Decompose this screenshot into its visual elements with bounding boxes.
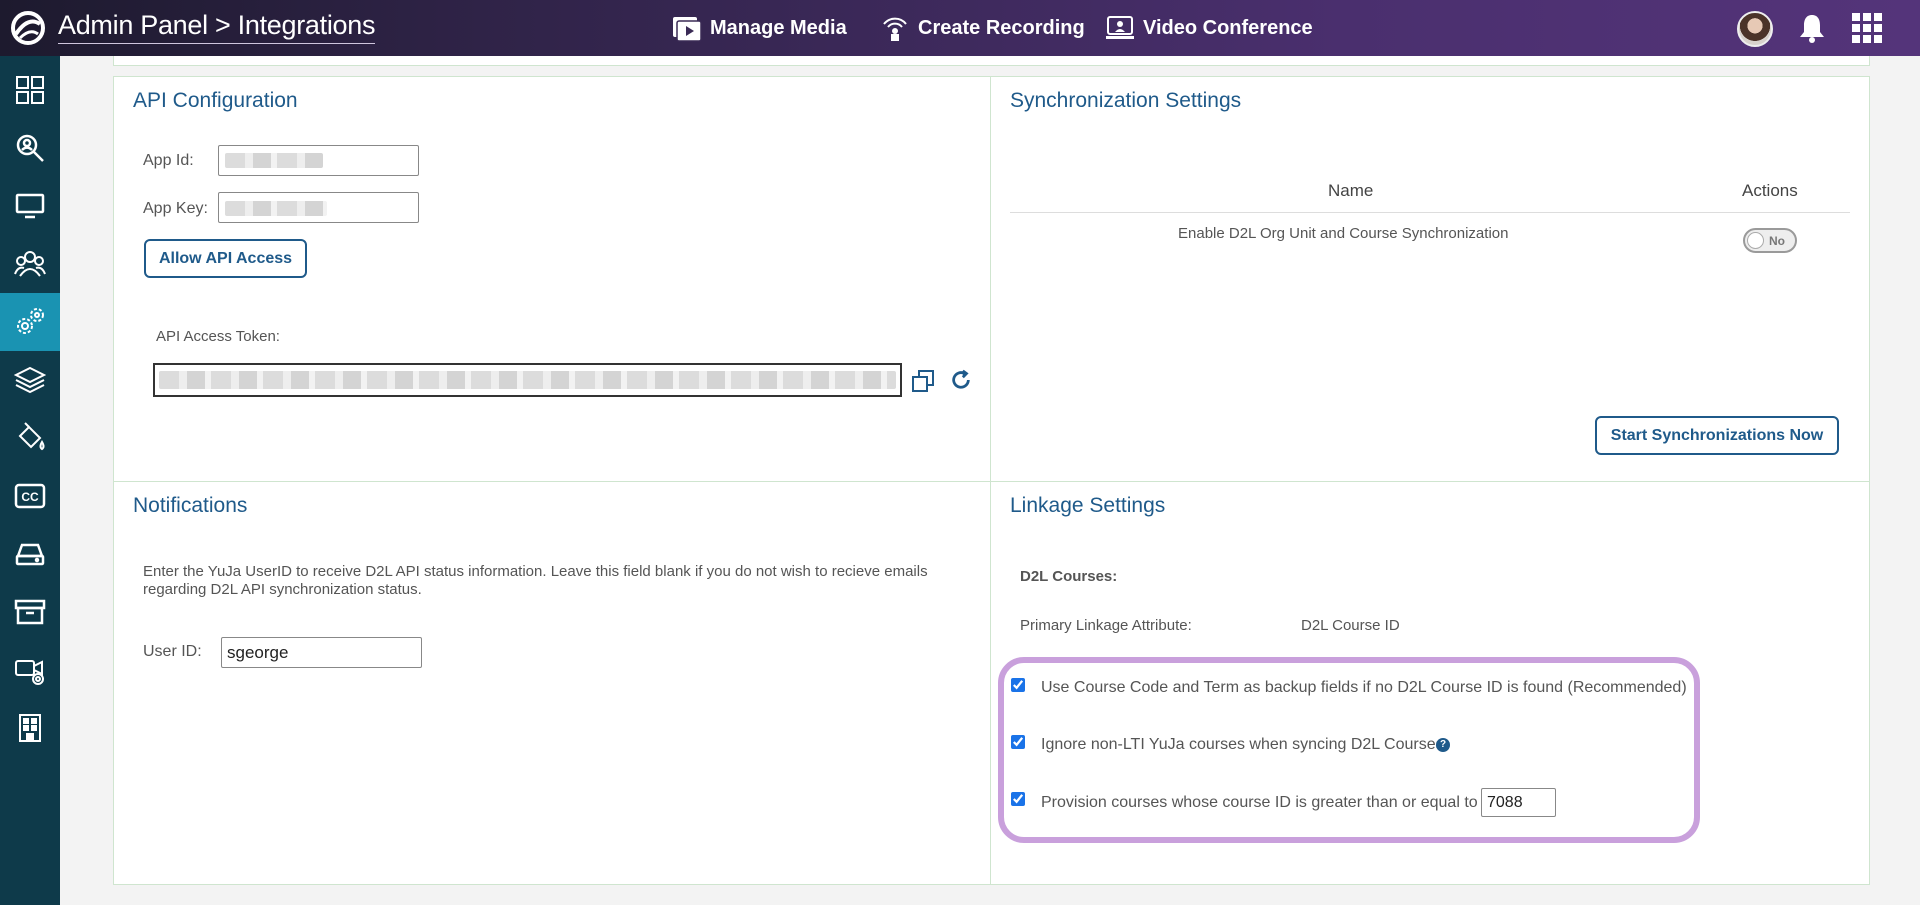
nav-create-recording[interactable]: Create Recording [880, 14, 1085, 42]
sync-row-name: Enable D2L Org Unit and Course Synchroni… [1178, 225, 1509, 242]
nav-label: Create Recording [918, 16, 1085, 39]
breadcrumb-separator: > [215, 10, 231, 40]
redacted-value [225, 153, 323, 168]
app-id-field[interactable] [218, 145, 419, 176]
sync-enable-toggle[interactable]: No [1743, 228, 1797, 253]
sidebar-item-institution[interactable] [0, 699, 60, 757]
sidebar-item-devices[interactable] [0, 641, 60, 699]
paint-bucket-icon [18, 422, 45, 451]
archive-icon [14, 599, 46, 625]
search-analytics-icon [16, 134, 44, 162]
panel-title: Notifications [133, 494, 248, 517]
ignore-non-lti-label: Ignore non-LTI YuJa courses when syncing… [1041, 736, 1444, 753]
closed-caption-icon: CC [14, 483, 46, 509]
sidebar-item-layers[interactable] [0, 351, 60, 409]
sidebar-item-dashboard[interactable] [0, 61, 60, 119]
primary-linkage-value: D2L Course ID [1301, 617, 1400, 634]
app-key-label: App Key: [143, 200, 208, 217]
video-conference-icon [1106, 16, 1134, 39]
svg-text:CC: CC [21, 490, 39, 504]
top-panel-strip [113, 56, 1870, 66]
api-access-token-label: API Access Token: [156, 328, 280, 345]
sidebar-item-settings[interactable] [0, 293, 60, 351]
sidebar: CC [0, 56, 60, 905]
apps-grid-icon[interactable] [1851, 12, 1883, 44]
nav-video-conference[interactable]: Video Conference [1105, 14, 1313, 42]
column-header-name: Name [1328, 181, 1374, 200]
allow-api-access-button[interactable]: Allow API Access [144, 239, 307, 278]
api-configuration-panel: API Configuration App Id: App Key: Allow… [113, 76, 991, 482]
sidebar-item-branding[interactable] [0, 409, 60, 467]
redacted-token [159, 371, 896, 389]
start-synchronizations-button[interactable]: Start Synchronizations Now [1595, 416, 1839, 455]
ignore-non-lti-checkbox[interactable] [1011, 735, 1025, 749]
breadcrumb-integrations[interactable]: Integrations [238, 10, 376, 40]
toggle-knob [1747, 232, 1764, 249]
backup-fields-label: Use Course Code and Term as backup field… [1041, 679, 1687, 696]
sidebar-item-captions[interactable]: CC [0, 467, 60, 525]
panel-title: Synchronization Settings [1010, 89, 1242, 112]
monitor-icon [15, 193, 45, 219]
synchronization-settings-panel: Synchronization Settings Name Actions En… [990, 76, 1870, 482]
column-header-actions: Actions [1742, 181, 1798, 200]
user-id-label: User ID: [143, 643, 202, 660]
refresh-icon[interactable] [950, 369, 972, 391]
broadcast-icon [883, 17, 907, 41]
panel-title: API Configuration [133, 89, 298, 112]
notifications-description: Enter the YuJa UserID to receive D2L API… [143, 563, 928, 598]
nav-label: Manage Media [710, 16, 847, 39]
settings-gears-icon [17, 308, 44, 334]
media-icon [673, 17, 702, 42]
storage-drive-icon [15, 543, 45, 566]
api-access-token-field[interactable] [153, 363, 902, 397]
yuja-logo-icon[interactable] [8, 10, 48, 46]
bell-icon[interactable] [1797, 12, 1827, 44]
notifications-panel: Notifications Enter the YuJa UserID to r… [113, 481, 991, 885]
users-icon [14, 251, 46, 277]
redacted-value [225, 201, 327, 216]
user-id-field[interactable] [221, 637, 422, 668]
help-icon[interactable]: ? [1436, 738, 1450, 752]
primary-linkage-label: Primary Linkage Attribute: [1020, 617, 1192, 634]
sidebar-item-monitor[interactable] [0, 177, 60, 235]
breadcrumb: Admin Panel > Integrations [58, 10, 375, 44]
toggle-state: No [1769, 234, 1785, 248]
nav-manage-media[interactable]: Manage Media [672, 14, 847, 42]
nav-label: Video Conference [1143, 16, 1313, 39]
breadcrumb-admin-panel[interactable]: Admin Panel [58, 10, 208, 40]
user-avatar[interactable] [1737, 11, 1773, 47]
backup-fields-checkbox[interactable] [1011, 678, 1025, 692]
provision-courses-checkbox[interactable] [1011, 792, 1025, 806]
provision-courses-label: Provision courses whose course ID is gre… [1041, 794, 1478, 811]
app-key-field[interactable] [218, 192, 419, 223]
table-divider [1010, 212, 1850, 213]
sidebar-item-archive[interactable] [0, 583, 60, 641]
video-device-icon [15, 660, 44, 685]
sidebar-item-storage[interactable] [0, 525, 60, 583]
top-bar: Admin Panel > Integrations Manage Media … [0, 0, 1920, 56]
course-id-threshold-field[interactable] [1481, 788, 1556, 817]
dashboard-icon [16, 76, 44, 104]
sidebar-item-search[interactable] [0, 119, 60, 177]
copy-icon[interactable] [911, 369, 935, 393]
building-icon [19, 714, 41, 742]
panel-title: Linkage Settings [1010, 494, 1166, 517]
app-id-label: App Id: [143, 152, 194, 169]
sidebar-item-users[interactable] [0, 235, 60, 293]
layers-icon [14, 366, 46, 394]
d2l-courses-label: D2L Courses: [1020, 568, 1118, 585]
